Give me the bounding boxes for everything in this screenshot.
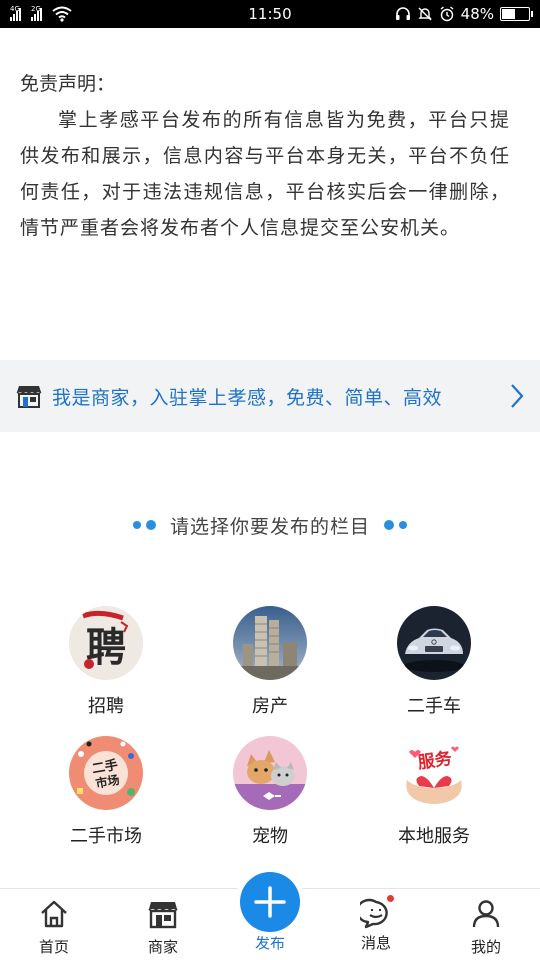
status-right: 48% — [395, 5, 533, 23]
nav-home[interactable]: 首页 — [14, 889, 94, 960]
category-label: 本地服务 — [398, 826, 470, 847]
disclaimer: 免责声明： 掌上孝感平台发布的所有信息皆为免费，平台只提供发布和展示，信息内容与… — [20, 66, 510, 246]
profile-icon — [472, 900, 500, 928]
category-label: 房产 — [252, 696, 288, 717]
pet-icon — [233, 736, 307, 810]
category-local-service[interactable]: 服务 本地服务 — [354, 736, 514, 848]
clock: 11:50 — [248, 5, 292, 23]
nav-merchant-label: 商家 — [147, 938, 178, 956]
wifi-icon — [52, 6, 72, 22]
nav-messages-label: 消息 — [360, 934, 391, 952]
merchant-join-text: 我是商家，入驻掌上孝感，免费、简单、高效 — [52, 386, 443, 409]
section-title: 请选择你要发布的栏目 — [169, 515, 370, 538]
chevron-right-icon — [511, 384, 524, 408]
battery-percent: 48% — [460, 5, 494, 23]
category-label: 二手市场 — [70, 826, 142, 847]
category-secondhand-market[interactable]: 二手 市场 二手市场 — [26, 736, 186, 848]
merchant-join-banner[interactable]: 我是商家，入驻掌上孝感，免费、简单、高效 — [0, 360, 540, 432]
status-bar: 4G 2G 11:50 48% — [0, 0, 540, 28]
plus-icon — [254, 886, 286, 918]
used-car-icon — [397, 606, 471, 680]
recruit-icon: 聘 — [69, 606, 143, 680]
local-service-icon: 服务 — [397, 736, 471, 810]
right-dots-icon — [384, 520, 407, 530]
nav-publish-label: 发布 — [254, 934, 285, 952]
category-label: 招聘 — [88, 696, 124, 717]
section-heading: 请选择你要发布的栏目 — [0, 507, 540, 543]
disclaimer-body: 掌上孝感平台发布的所有信息皆为免费，平台只提供发布和展示，信息内容与平台本身无关… — [20, 109, 510, 239]
headset-icon — [395, 7, 410, 20]
network-type-1: 4G — [10, 5, 20, 13]
category-real-estate[interactable]: 房产 — [190, 606, 350, 718]
message-icon — [356, 895, 394, 930]
nav-merchant[interactable]: 商家 — [123, 889, 203, 960]
nav-messages[interactable]: 消息 — [336, 889, 416, 960]
publish-button[interactable] — [240, 872, 300, 932]
signal-4g-icon: 4G — [10, 5, 21, 21]
category-label: 宠物 — [252, 826, 288, 847]
disclaimer-title: 免责声明： — [20, 73, 116, 95]
signal-2g-icon: 2G — [31, 5, 42, 21]
nav-profile-label: 我的 — [470, 938, 501, 956]
home-icon — [41, 900, 67, 928]
category-recruit[interactable]: 聘 招聘 — [26, 606, 186, 718]
secondhand-market-icon: 二手 市场 — [69, 736, 143, 810]
nav-home-label: 首页 — [38, 938, 69, 956]
unread-badge — [387, 895, 394, 902]
mute-bell-icon — [417, 7, 432, 21]
shop-icon — [16, 386, 42, 408]
category-label: 二手车 — [407, 696, 461, 717]
battery-icon — [500, 7, 533, 21]
shop-icon — [148, 902, 178, 929]
alarm-icon — [440, 6, 454, 22]
real-estate-icon — [233, 606, 307, 680]
left-dots-icon — [132, 520, 156, 530]
nav-profile[interactable]: 我的 — [446, 889, 526, 960]
signal-group: 4G 2G — [10, 5, 72, 22]
category-used-car[interactable]: 二手车 — [354, 606, 514, 718]
category-pet[interactable]: 宠物 — [190, 736, 350, 848]
network-type-2: 2G — [31, 5, 41, 13]
